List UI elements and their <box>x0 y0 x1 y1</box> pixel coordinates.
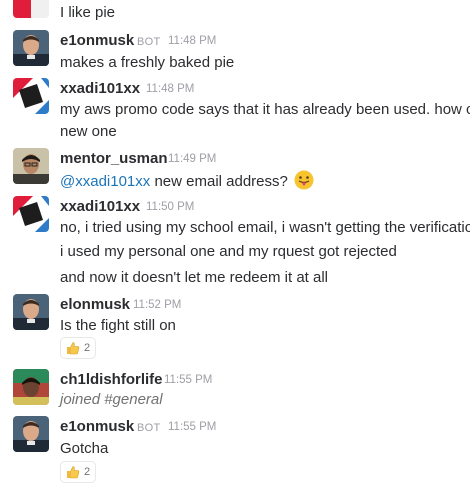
avatar-xxadi-partial[interactable] <box>13 0 49 18</box>
reaction-thumbs-up[interactable]: 2 <box>60 337 97 359</box>
timestamp[interactable]: 11:52 PM <box>133 299 181 311</box>
avatar-ch1ldishforlife[interactable] <box>13 369 49 405</box>
person-avatar-icon <box>13 416 49 452</box>
bot-badge: BOT <box>137 36 161 48</box>
username[interactable]: e1onmusk <box>60 418 134 435</box>
message-text: @xxadi101xx new email address? <box>60 170 314 190</box>
reaction-thumbs-up[interactable]: 2 <box>60 461 97 483</box>
avatar-mentor-usman[interactable] <box>13 148 49 184</box>
join-notice: joined #general <box>60 391 163 408</box>
person-avatar-icon <box>13 148 49 184</box>
message-text: my aws promo code says that it has alrea… <box>60 101 470 118</box>
username[interactable]: e1onmusk <box>60 32 134 49</box>
stuck-out-tongue-emoji-icon <box>294 170 314 190</box>
username[interactable]: xxadi101xx <box>60 80 140 97</box>
avatar-xxadi101xx[interactable] <box>13 78 49 114</box>
message-text: new one <box>60 123 117 140</box>
message-text: makes a freshly baked pie <box>60 54 235 71</box>
message-text: no, i tried using my school email, i was… <box>60 219 470 236</box>
avatar-e1onmusk[interactable] <box>13 416 49 452</box>
message-text-rest: new email address? <box>150 173 288 190</box>
message-text: Is the fight still on <box>60 317 176 334</box>
avatar-elonmusk[interactable] <box>13 294 49 330</box>
username[interactable]: xxadi101xx <box>60 198 140 215</box>
message-text: Gotcha <box>60 440 109 457</box>
xx-avatar-icon <box>13 0 49 18</box>
person-avatar-icon <box>13 294 49 330</box>
timestamp[interactable]: 11:55 PM <box>164 374 212 386</box>
message-text: I like pie <box>60 4 116 21</box>
timestamp[interactable]: 11:49 PM <box>168 153 216 165</box>
username[interactable]: mentor_usman <box>60 150 168 167</box>
person-avatar-icon <box>13 30 49 66</box>
person-avatar-icon <box>13 369 49 405</box>
xx-avatar-icon <box>13 196 49 232</box>
xx-avatar-icon <box>13 78 49 114</box>
message-text: i used my personal one and my rquest got… <box>60 243 397 260</box>
username[interactable]: elonmusk <box>60 296 130 313</box>
bot-badge: BOT <box>137 422 161 434</box>
message-text: and now it doesn't let me redeem it at a… <box>60 269 329 286</box>
timestamp[interactable]: 11:48 PM <box>146 83 194 95</box>
thumbs-up-icon <box>67 466 80 479</box>
timestamp[interactable]: 11:55 PM <box>168 421 216 433</box>
avatar-xxadi101xx[interactable] <box>13 196 49 232</box>
reaction-count: 2 <box>84 466 91 478</box>
user-mention[interactable]: @xxadi101xx <box>60 173 150 190</box>
timestamp[interactable]: 11:50 PM <box>146 201 194 213</box>
timestamp[interactable]: 11:48 PM <box>168 35 216 47</box>
avatar-e1onmusk[interactable] <box>13 30 49 66</box>
reaction-count: 2 <box>84 342 91 354</box>
username[interactable]: ch1ldishforlife <box>60 371 163 388</box>
thumbs-up-icon <box>67 342 80 355</box>
